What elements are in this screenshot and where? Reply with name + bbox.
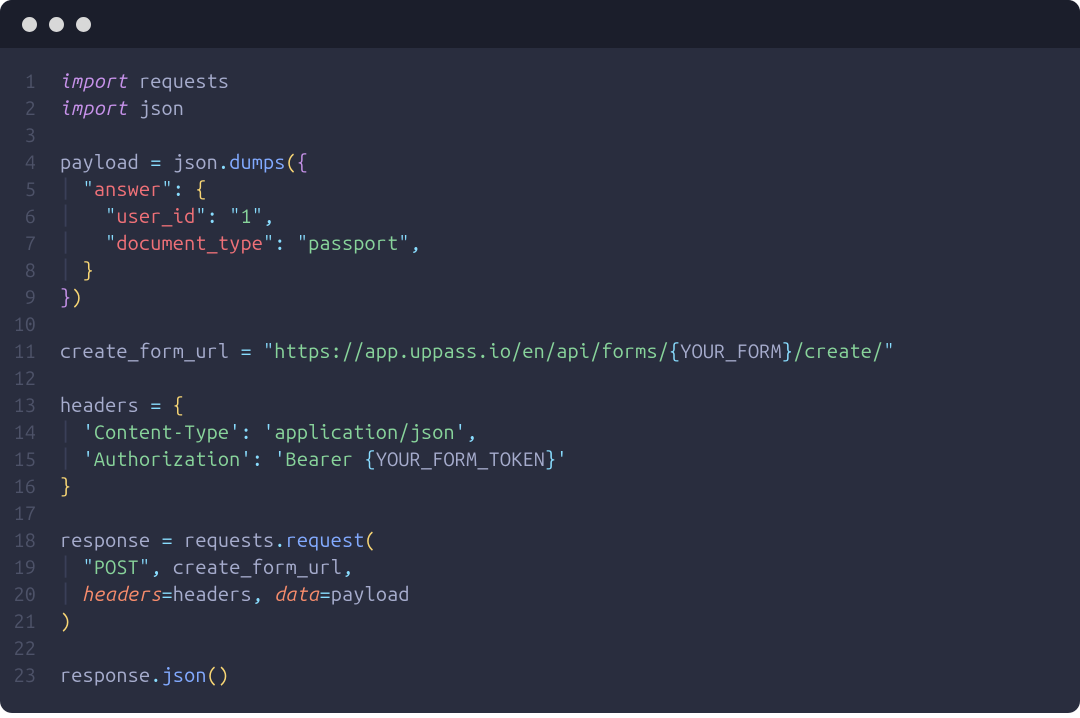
line-number: 7: [0, 230, 60, 257]
line-number: 19: [0, 554, 60, 581]
code-line: 20│ headers=headers, data=payload: [0, 581, 1080, 608]
line-content: import requests: [60, 68, 229, 95]
line-number: 18: [0, 527, 60, 554]
line-number: 10: [0, 311, 60, 338]
line-content: │ "POST", create_form_url,: [60, 554, 353, 581]
line-number: 23: [0, 662, 60, 689]
line-number: 17: [0, 500, 60, 527]
line-content: ): [60, 608, 71, 635]
line-number: 4: [0, 149, 60, 176]
line-number: 20: [0, 581, 60, 608]
line-content: │ "answer": {: [60, 176, 207, 203]
line-number: 14: [0, 419, 60, 446]
code-line: 5│ "answer": {: [0, 176, 1080, 203]
code-line: 8│ }: [0, 257, 1080, 284]
window-dot-minimize[interactable]: [49, 17, 64, 32]
line-number: 1: [0, 68, 60, 95]
code-line: 2import json: [0, 95, 1080, 122]
line-content: │ headers=headers, data=payload: [60, 581, 410, 608]
line-content: payload = json.dumps({: [60, 149, 308, 176]
line-number: 6: [0, 203, 60, 230]
line-number: 21: [0, 608, 60, 635]
line-content: }: [60, 473, 71, 500]
line-content: │ "user_id": "1",: [60, 203, 274, 230]
line-number: 3: [0, 122, 60, 149]
code-line: 4payload = json.dumps({: [0, 149, 1080, 176]
line-number: 13: [0, 392, 60, 419]
code-line: 15│ 'Authorization': 'Bearer {YOUR_FORM_…: [0, 446, 1080, 473]
code-line: 18response = requests.request(: [0, 527, 1080, 554]
line-content: create_form_url = "https://app.uppass.io…: [60, 338, 895, 365]
line-number: 2: [0, 95, 60, 122]
line-content: response = requests.request(: [60, 527, 376, 554]
code-editor: 1import requests2import json34payload = …: [0, 48, 1080, 713]
code-line: 19│ "POST", create_form_url,: [0, 554, 1080, 581]
code-line: 10: [0, 311, 1080, 338]
line-number: 5: [0, 176, 60, 203]
code-line: 17: [0, 500, 1080, 527]
line-content: headers = {: [60, 392, 184, 419]
line-number: 15: [0, 446, 60, 473]
code-line: 7│ "document_type": "passport",: [0, 230, 1080, 257]
code-line: 12: [0, 365, 1080, 392]
code-line: 21): [0, 608, 1080, 635]
code-line: 22: [0, 635, 1080, 662]
line-number: 8: [0, 257, 60, 284]
code-line: 9}): [0, 284, 1080, 311]
code-line: 11create_form_url = "https://app.uppass.…: [0, 338, 1080, 365]
window-dot-zoom[interactable]: [76, 17, 91, 32]
window-titlebar: [0, 0, 1080, 48]
line-number: 11: [0, 338, 60, 365]
line-number: 12: [0, 365, 60, 392]
code-line: 3: [0, 122, 1080, 149]
code-window: 1import requests2import json34payload = …: [0, 0, 1080, 713]
line-content: }): [60, 284, 83, 311]
line-content: │ }: [60, 257, 94, 284]
code-line: 6│ "user_id": "1",: [0, 203, 1080, 230]
line-number: 16: [0, 473, 60, 500]
line-content: response.json(): [60, 662, 229, 689]
line-content: │ 'Content-Type': 'application/json',: [60, 419, 477, 446]
code-line: 14│ 'Content-Type': 'application/json',: [0, 419, 1080, 446]
code-line: 23response.json(): [0, 662, 1080, 689]
line-number: 9: [0, 284, 60, 311]
line-content: │ 'Authorization': 'Bearer {YOUR_FORM_TO…: [60, 446, 568, 473]
code-line: 13headers = {: [0, 392, 1080, 419]
code-line: 1import requests: [0, 68, 1080, 95]
line-number: 22: [0, 635, 60, 662]
window-dot-close[interactable]: [22, 17, 37, 32]
line-content: import json: [60, 95, 184, 122]
code-line: 16}: [0, 473, 1080, 500]
line-content: │ "document_type": "passport",: [60, 230, 421, 257]
